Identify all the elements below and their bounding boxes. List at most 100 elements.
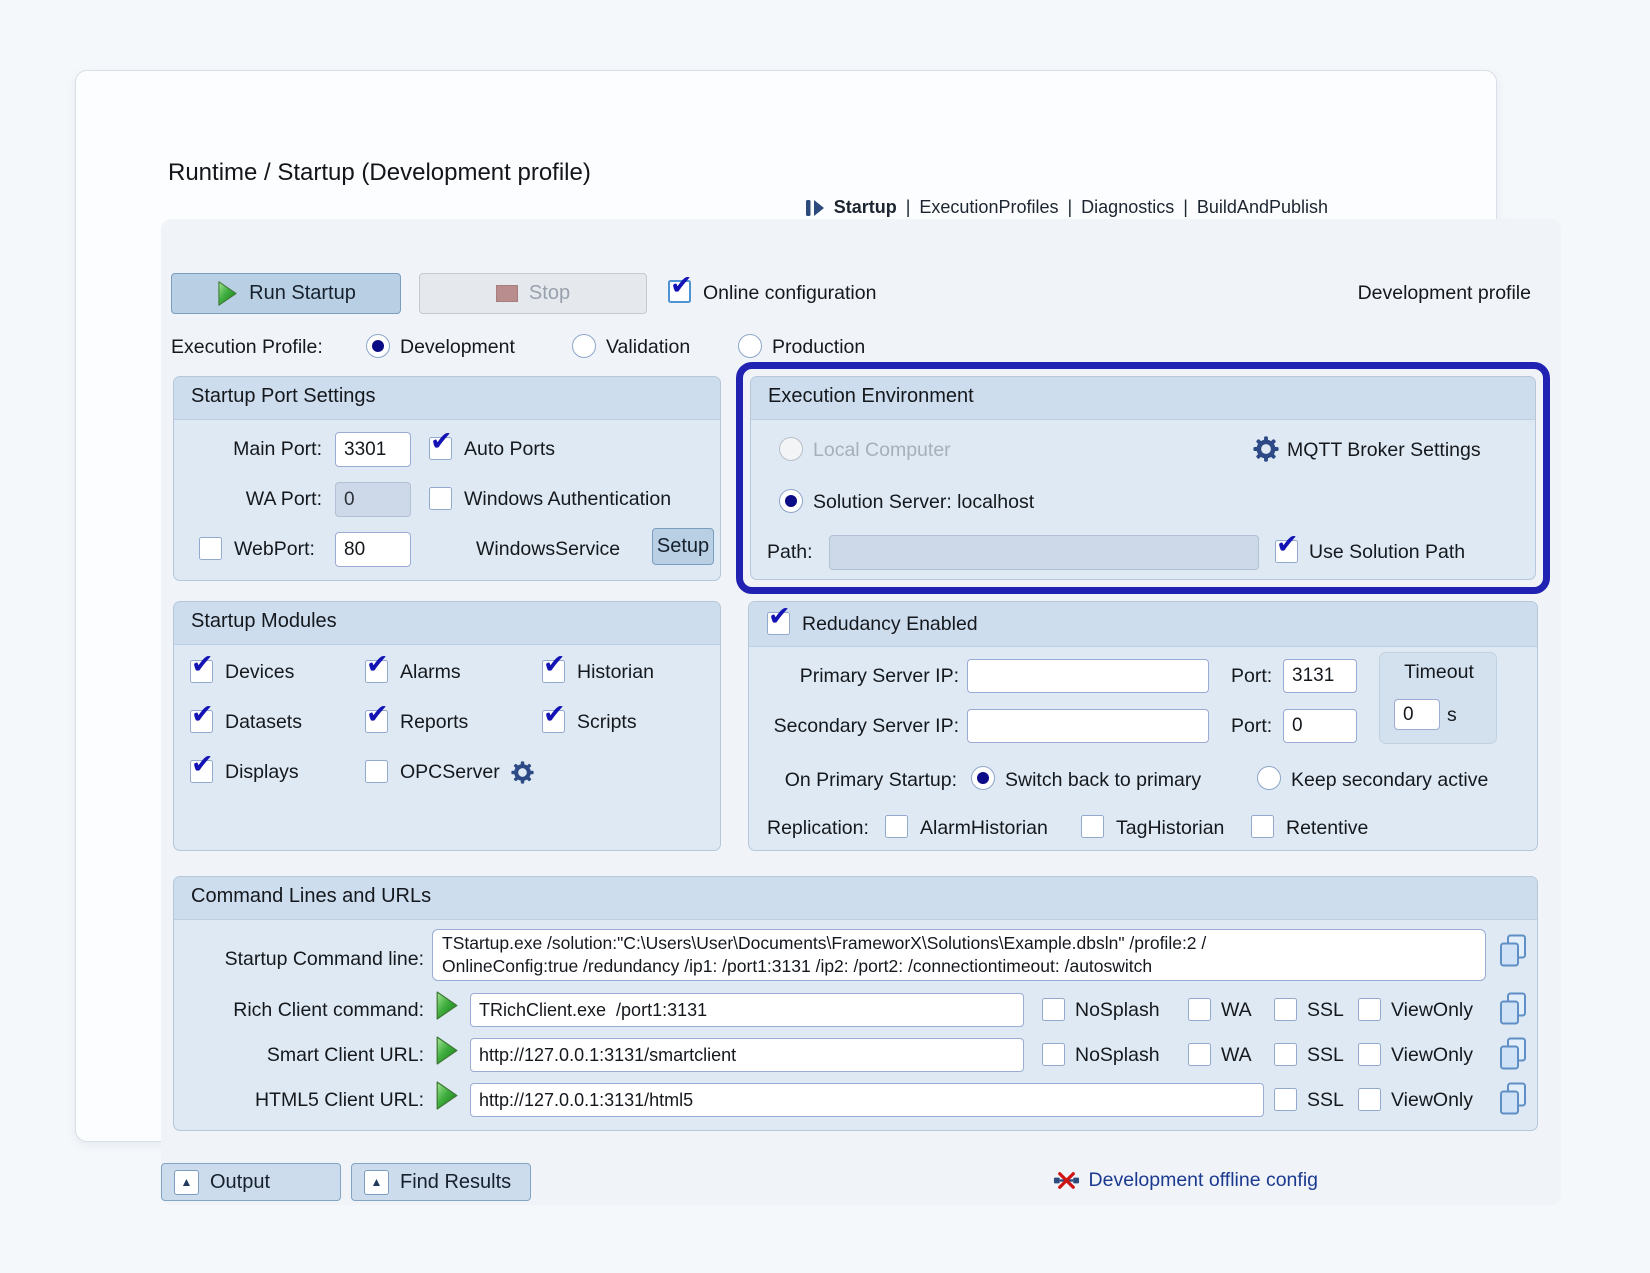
windows-authentication-checkbox[interactable]	[429, 487, 452, 510]
smart-client-wa-checkbox[interactable]	[1188, 1043, 1211, 1066]
rich-client-ssl-checkbox[interactable]	[1274, 998, 1297, 1021]
secondary-port-input[interactable]	[1283, 709, 1357, 743]
profile-validation-radio[interactable]	[572, 334, 596, 358]
launch-smart-client-icon[interactable]	[434, 1035, 459, 1066]
module-reports-label: Reports	[400, 710, 468, 735]
launch-html5-client-icon[interactable]	[434, 1080, 459, 1111]
online-configuration-checkbox[interactable]	[668, 280, 691, 303]
smart-client-viewonly-checkbox[interactable]	[1358, 1043, 1381, 1066]
tab-startup[interactable]: Startup	[834, 197, 897, 218]
output-button-label: Output	[210, 1171, 270, 1194]
copy-smart-client-icon[interactable]	[1498, 1036, 1528, 1072]
rich-client-ssl-label: SSL	[1307, 998, 1344, 1023]
startup-port-settings-title: Startup Port Settings	[191, 385, 376, 408]
keep-secondary-active-radio[interactable]	[1257, 766, 1281, 790]
runtime-startup-card: Runtime / Startup (Development profile) …	[75, 70, 1497, 1142]
tab-execution-profiles[interactable]: ExecutionProfiles	[919, 197, 1058, 218]
module-opcserver-label: OPCServer	[400, 760, 500, 785]
startup-command-line-input[interactable]: TStartup.exe /solution:"C:\Users\User\Do…	[432, 929, 1486, 981]
breadcrumb-separator: |	[1067, 197, 1072, 218]
windows-service-setup-button[interactable]: Setup	[652, 528, 714, 565]
profile-development-radio[interactable]	[366, 334, 390, 358]
module-historian-checkbox[interactable]	[542, 660, 565, 683]
redundancy-enabled-checkbox[interactable]	[767, 612, 790, 635]
find-results-panel-button[interactable]: ▲ Find Results	[351, 1163, 531, 1201]
rich-client-wa-label: WA	[1221, 998, 1252, 1023]
smart-client-nosplash-checkbox[interactable]	[1042, 1043, 1065, 1066]
output-panel-button[interactable]: ▲ Output	[161, 1163, 341, 1201]
timeout-unit-label: s	[1447, 703, 1457, 728]
mqtt-gear-icon[interactable]	[1253, 436, 1279, 462]
stop-button: Stop	[419, 273, 647, 314]
replication-retentive-checkbox[interactable]	[1251, 815, 1274, 838]
html5-client-viewonly-checkbox[interactable]	[1358, 1088, 1381, 1111]
collapse-arrow-icon: ▲	[174, 1170, 199, 1195]
copy-startup-command-icon[interactable]	[1498, 933, 1528, 969]
timeout-input[interactable]	[1394, 699, 1440, 730]
launch-rich-client-icon[interactable]	[434, 990, 459, 1021]
mqtt-broker-settings-label[interactable]: MQTT Broker Settings	[1287, 438, 1481, 463]
main-port-input[interactable]	[335, 432, 411, 467]
module-datasets-label: Datasets	[225, 710, 302, 735]
webport-checkbox[interactable]	[199, 537, 222, 560]
module-scripts-checkbox[interactable]	[542, 710, 565, 733]
path-label: Path:	[767, 540, 813, 565]
replication-alarmhistorian-label: AlarmHistorian	[920, 816, 1048, 841]
module-displays-checkbox[interactable]	[190, 760, 213, 783]
rich-client-command-input[interactable]	[470, 993, 1024, 1027]
profile-production-radio[interactable]	[738, 334, 762, 358]
replication-label: Replication:	[767, 816, 869, 841]
rich-client-command-label: Rich Client command:	[174, 998, 424, 1023]
secondary-server-ip-label: Secondary Server IP:	[749, 714, 959, 739]
run-startup-button[interactable]: Run Startup	[171, 273, 401, 314]
module-devices-checkbox[interactable]	[190, 660, 213, 683]
local-computer-radio	[779, 437, 803, 461]
opcserver-settings-gear-icon[interactable]	[511, 761, 534, 784]
rich-client-viewonly-checkbox[interactable]	[1358, 998, 1381, 1021]
module-datasets-checkbox[interactable]	[190, 710, 213, 733]
html5-client-viewonly-label: ViewOnly	[1391, 1088, 1473, 1113]
module-alarms-checkbox[interactable]	[365, 660, 388, 683]
switch-back-to-primary-radio[interactable]	[971, 766, 995, 790]
profile-production-label: Production	[772, 335, 865, 360]
solution-server-label: Solution Server: localhost	[813, 490, 1034, 515]
smart-client-url-input[interactable]	[470, 1038, 1024, 1072]
solution-server-radio[interactable]	[779, 489, 803, 513]
collapse-arrow-icon: ▲	[364, 1170, 389, 1195]
rich-client-viewonly-label: ViewOnly	[1391, 998, 1473, 1023]
module-reports-checkbox[interactable]	[365, 710, 388, 733]
offline-config-label: Development offline config	[1089, 1169, 1318, 1192]
replication-alarmhistorian-checkbox[interactable]	[885, 815, 908, 838]
tab-build-and-publish[interactable]: BuildAndPublish	[1197, 197, 1328, 218]
html5-client-ssl-checkbox[interactable]	[1274, 1088, 1297, 1111]
primary-port-label: Port:	[1231, 664, 1272, 689]
rich-client-wa-checkbox[interactable]	[1188, 998, 1211, 1021]
switch-back-to-primary-label: Switch back to primary	[1005, 768, 1201, 793]
keep-secondary-active-label: Keep secondary active	[1291, 768, 1488, 793]
html5-client-url-label: HTML5 Client URL:	[174, 1088, 424, 1113]
module-opcserver-checkbox[interactable]	[365, 760, 388, 783]
on-primary-startup-label: On Primary Startup:	[749, 768, 957, 793]
breadcrumb: Startup | ExecutionProfiles | Diagnostic…	[805, 197, 1328, 218]
html5-client-url-input[interactable]	[470, 1083, 1264, 1117]
auto-ports-checkbox[interactable]	[429, 437, 452, 460]
primary-port-input[interactable]	[1283, 659, 1357, 693]
html5-client-ssl-label: SSL	[1307, 1088, 1344, 1113]
tab-diagnostics[interactable]: Diagnostics	[1081, 197, 1174, 218]
run-play-icon	[216, 280, 238, 307]
profile-development-label: Development	[400, 335, 515, 360]
replication-taghistorian-checkbox[interactable]	[1081, 815, 1104, 838]
copy-html5-client-icon[interactable]	[1498, 1081, 1528, 1117]
startup-command-line-label: Startup Command line:	[174, 947, 424, 972]
copy-rich-client-icon[interactable]	[1498, 991, 1528, 1027]
secondary-server-ip-input[interactable]	[967, 709, 1209, 743]
run-startup-label: Run Startup	[249, 282, 356, 305]
use-solution-path-checkbox[interactable]	[1275, 540, 1298, 563]
primary-server-ip-input[interactable]	[967, 659, 1209, 693]
webport-input[interactable]	[335, 532, 411, 567]
startup-modules-panel: Startup Modules Devices Alarms Historian…	[173, 601, 721, 851]
execution-environment-header: Execution Environment	[751, 377, 1535, 420]
rich-client-nosplash-checkbox[interactable]	[1042, 998, 1065, 1021]
auto-ports-label: Auto Ports	[464, 437, 555, 462]
smart-client-ssl-checkbox[interactable]	[1274, 1043, 1297, 1066]
